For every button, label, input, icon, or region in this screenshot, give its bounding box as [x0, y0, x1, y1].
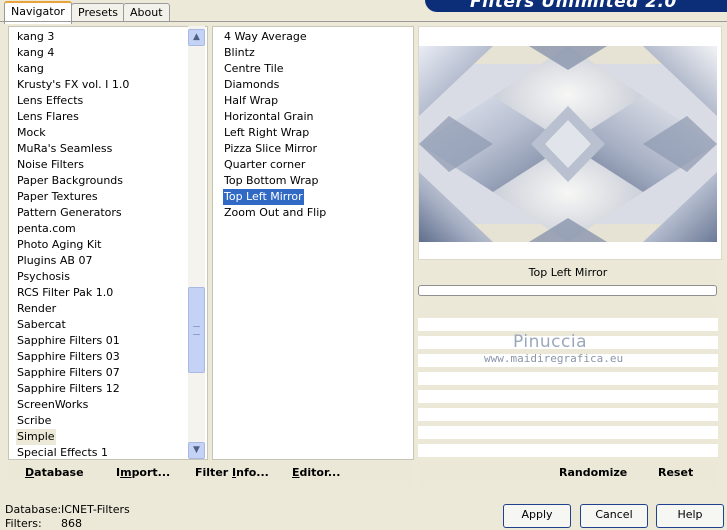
filter-item[interactable]: Top Left Mirror	[223, 189, 304, 205]
database-info: Database:ICNET-Filters	[5, 503, 130, 516]
preview-button-bar: Randomize Reset	[418, 461, 718, 487]
parameter-row	[418, 318, 718, 331]
category-item[interactable]: Lens Flares	[16, 109, 80, 125]
filter-item[interactable]: Horizontal Grain	[223, 109, 314, 125]
category-item[interactable]: Render	[16, 301, 57, 317]
parameter-row	[418, 408, 718, 421]
apply-button[interactable]: Apply	[503, 504, 571, 528]
filter-item[interactable]: Diamonds	[223, 77, 280, 93]
category-item[interactable]: ScreenWorks	[16, 397, 89, 413]
category-item[interactable]: Lens Effects	[16, 93, 84, 109]
grip-icon	[193, 326, 200, 335]
filter-item[interactable]: Pizza Slice Mirror	[223, 141, 318, 157]
tab-divider	[0, 21, 727, 22]
parameter-row	[418, 426, 718, 439]
category-list[interactable]: kang 3 kang 4 kang Krusty's FX vol. I 1.0 Le…	[8, 26, 208, 460]
import-button[interactable]: Import...	[116, 466, 170, 479]
category-item[interactable]: kang	[16, 61, 45, 77]
filter-info-button[interactable]: Filter Info...	[195, 466, 269, 479]
help-button[interactable]: Help	[656, 504, 724, 528]
category-item[interactable]: Psychosis	[16, 269, 71, 285]
category-item[interactable]: Special Effects 1	[16, 445, 109, 459]
tab-strip: Filters Unlimited 2.0 Navigator Presets …	[0, 0, 727, 24]
category-item[interactable]: Simple	[16, 429, 56, 445]
filter-item[interactable]: Quarter corner	[223, 157, 306, 173]
filter-item[interactable]: Centre Tile	[223, 61, 285, 77]
category-item[interactable]: Photo Aging Kit	[16, 237, 102, 253]
scroll-thumb[interactable]	[188, 287, 205, 373]
progress-bar	[418, 285, 717, 296]
watermark-title: Pinuccia	[513, 332, 587, 352]
category-item[interactable]: Sapphire Filters 03	[16, 349, 121, 365]
category-item[interactable]: kang 3	[16, 29, 55, 45]
preview-image	[419, 46, 717, 242]
filter-item[interactable]: Half Wrap	[223, 93, 279, 109]
filter-item[interactable]: 4 Way Average	[223, 29, 308, 45]
preview-filter-name: Top Left Mirror	[418, 262, 718, 284]
category-item[interactable]: Mock	[16, 125, 47, 141]
category-item[interactable]: Paper Textures	[16, 189, 99, 205]
category-item[interactable]: MuRa's Seamless	[16, 141, 113, 157]
parameter-row	[418, 444, 718, 457]
filter-item[interactable]: Top Bottom Wrap	[223, 173, 320, 189]
category-item[interactable]: Krusty's FX vol. I 1.0	[16, 77, 130, 93]
category-item[interactable]: Paper Backgrounds	[16, 173, 124, 189]
scroll-down-button[interactable]: ▼	[188, 442, 205, 459]
category-item[interactable]: penta.com	[16, 221, 77, 237]
category-item[interactable]: kang 4	[16, 45, 55, 61]
category-item[interactable]: Sapphire Filters 12	[16, 381, 121, 397]
category-scrollbar[interactable]	[188, 26, 205, 458]
watermark-url: www.maidiregrafica.eu	[484, 352, 624, 365]
filter-item[interactable]: Blintz	[223, 45, 256, 61]
category-item[interactable]: Sapphire Filters 01	[16, 333, 121, 349]
category-item[interactable]: Sapphire Filters 07	[16, 365, 121, 381]
category-item[interactable]: Pattern Generators	[16, 205, 123, 221]
filter-item[interactable]: Left Right Wrap	[223, 125, 310, 141]
parameter-row	[418, 390, 718, 403]
filter-list[interactable]: 4 Way Average Blintz Centre Tile Diamonds Ha…	[212, 26, 414, 460]
list-button-bar: Database Import... Filter Info... Editor…	[8, 461, 412, 487]
banner-title: Filters Unlimited 2.0	[470, 0, 677, 12]
editor-button[interactable]: Editor...	[292, 466, 340, 479]
category-item[interactable]: Sabercat	[16, 317, 67, 333]
filter-item[interactable]: Zoom Out and Flip	[223, 205, 327, 221]
database-label: Database:	[5, 503, 62, 516]
database-button[interactable]: Database	[25, 466, 84, 479]
scroll-up-button[interactable]: ▲	[188, 29, 205, 46]
parameter-row	[418, 372, 718, 385]
randomize-button[interactable]: Randomize	[559, 466, 627, 479]
reset-button[interactable]: Reset	[658, 466, 693, 479]
tab-about[interactable]: About	[123, 3, 170, 22]
tab-presets[interactable]: Presets	[71, 3, 126, 22]
category-item[interactable]: Plugins AB 07	[16, 253, 93, 269]
category-item[interactable]: Noise Filters	[16, 157, 85, 173]
category-item[interactable]: Scribe	[16, 413, 52, 429]
cancel-button[interactable]: Cancel	[580, 504, 648, 528]
database-value: ICNET-Filters	[61, 503, 130, 516]
parameter-area	[418, 298, 718, 458]
category-item[interactable]: RCS Filter Pak 1.0	[16, 285, 114, 301]
